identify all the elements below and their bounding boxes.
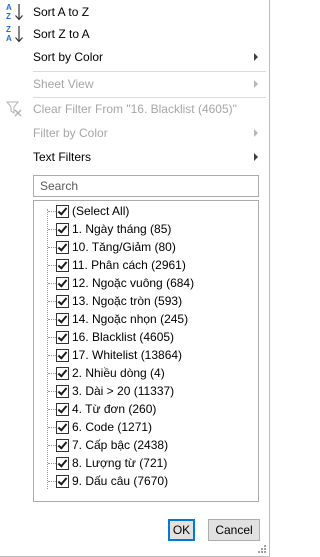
list-item-label: 10. Tăng/Giảm (80) bbox=[72, 240, 176, 254]
list-item-label: 1. Ngày tháng (85) bbox=[72, 222, 172, 236]
checkbox[interactable] bbox=[56, 439, 69, 452]
checkbox[interactable] bbox=[56, 313, 69, 326]
list-item-label: 7. Cấp bậc (2438) bbox=[72, 438, 169, 452]
sheet-view-label: Sheet View bbox=[33, 77, 94, 91]
sort-a-to-z-label: Sort A to Z bbox=[33, 5, 90, 19]
tree-connector bbox=[48, 427, 56, 428]
sort-a-to-z-item[interactable]: A Z Sort A to Z bbox=[0, 0, 268, 24]
submenu-arrow-icon bbox=[254, 153, 258, 161]
checkbox[interactable] bbox=[56, 241, 69, 254]
list-item-label: 6. Code (1271) bbox=[72, 420, 153, 434]
checkbox[interactable] bbox=[56, 331, 69, 344]
sort-a-to-z-icon: A Z bbox=[5, 2, 25, 22]
svg-text:Z: Z bbox=[6, 12, 11, 21]
text-filters-item[interactable]: Text Filters bbox=[0, 145, 268, 169]
sort-by-color-label: Sort by Color bbox=[33, 50, 104, 64]
list-item-label: 17. Whitelist (13864) bbox=[72, 348, 183, 362]
tree-connector bbox=[48, 355, 56, 356]
tree-connector bbox=[48, 409, 56, 410]
checkbox[interactable] bbox=[56, 457, 69, 470]
search-input[interactable] bbox=[33, 175, 259, 197]
cancel-button[interactable]: Cancel bbox=[208, 519, 260, 541]
tree-connector bbox=[48, 481, 56, 482]
filter-by-color-label: Filter by Color bbox=[33, 126, 108, 140]
tree-connector bbox=[48, 391, 56, 392]
checkbox[interactable] bbox=[56, 385, 69, 398]
tree-connector bbox=[48, 247, 56, 248]
tree-connector bbox=[48, 301, 56, 302]
text-filters-label: Text Filters bbox=[33, 150, 92, 164]
clear-filter-icon bbox=[5, 99, 25, 119]
filter-values-list[interactable]: (Select All) 1. Ngày tháng (85) 10. Tăng… bbox=[33, 200, 259, 502]
submenu-arrow-icon bbox=[254, 80, 258, 88]
checkbox[interactable] bbox=[56, 205, 69, 218]
sheet-view-item: Sheet View bbox=[0, 72, 268, 96]
tree-connector bbox=[48, 463, 56, 464]
tree-connector bbox=[47, 209, 48, 489]
list-item-label: 4. Từ đơn (260) bbox=[72, 402, 157, 416]
tree-connector bbox=[48, 373, 56, 374]
checkbox[interactable] bbox=[56, 277, 69, 290]
sort-z-to-a-label: Sort Z to A bbox=[33, 27, 90, 41]
sort-z-to-a-icon: Z A bbox=[5, 24, 25, 44]
svg-text:Z: Z bbox=[6, 25, 11, 34]
checkbox[interactable] bbox=[56, 223, 69, 236]
clear-filter-label: Clear Filter From "16. Blacklist (4605)" bbox=[33, 102, 237, 116]
checkbox[interactable] bbox=[56, 403, 69, 416]
submenu-arrow-icon bbox=[254, 53, 258, 61]
list-item-label: 13. Ngoặc tròn (593) bbox=[72, 294, 183, 308]
ok-button[interactable]: OK bbox=[168, 519, 195, 541]
tree-connector bbox=[48, 319, 56, 320]
checkbox[interactable] bbox=[56, 367, 69, 380]
tree-connector bbox=[48, 337, 56, 338]
tree-connector bbox=[48, 211, 56, 212]
tree-connector bbox=[48, 265, 56, 266]
tree-connector bbox=[48, 229, 56, 230]
checkbox[interactable] bbox=[56, 475, 69, 488]
list-item-label: 3. Dài > 20 (11337) bbox=[72, 384, 175, 398]
tree-connector bbox=[48, 445, 56, 446]
autofilter-dropdown: A Z Sort A to Z Z A Sort Z to A Sort by … bbox=[0, 0, 270, 557]
checkbox[interactable] bbox=[56, 421, 69, 434]
filter-by-color-item: Filter by Color bbox=[0, 121, 268, 145]
tree-connector bbox=[48, 283, 56, 284]
checkbox[interactable] bbox=[56, 295, 69, 308]
list-item-label: 14. Ngoặc nhọn (245) bbox=[72, 312, 189, 326]
checkbox[interactable] bbox=[56, 349, 69, 362]
submenu-arrow-icon bbox=[254, 129, 258, 137]
checkbox[interactable] bbox=[56, 259, 69, 272]
list-item-label: (Select All) bbox=[72, 204, 130, 218]
list-item-label: 11. Phân cách (2961) bbox=[72, 258, 186, 272]
list-item-label: 9. Dấu câu (7670) bbox=[72, 474, 169, 488]
list-item-label: 8. Lượng từ (721) bbox=[72, 456, 168, 470]
list-item-label: 16. Blacklist (4605) bbox=[72, 330, 175, 344]
list-item-label: 12. Ngoặc vuông (684) bbox=[72, 276, 195, 290]
sort-by-color-item[interactable]: Sort by Color bbox=[0, 45, 268, 69]
svg-text:A: A bbox=[6, 34, 12, 43]
resize-grip-icon[interactable] bbox=[258, 545, 266, 553]
sort-z-to-a-item[interactable]: Z A Sort Z to A bbox=[0, 22, 268, 46]
svg-text:A: A bbox=[6, 3, 12, 12]
clear-filter-item: Clear Filter From "16. Blacklist (4605)" bbox=[0, 97, 268, 121]
list-item-label: 2. Nhiều dòng (4) bbox=[72, 366, 165, 380]
